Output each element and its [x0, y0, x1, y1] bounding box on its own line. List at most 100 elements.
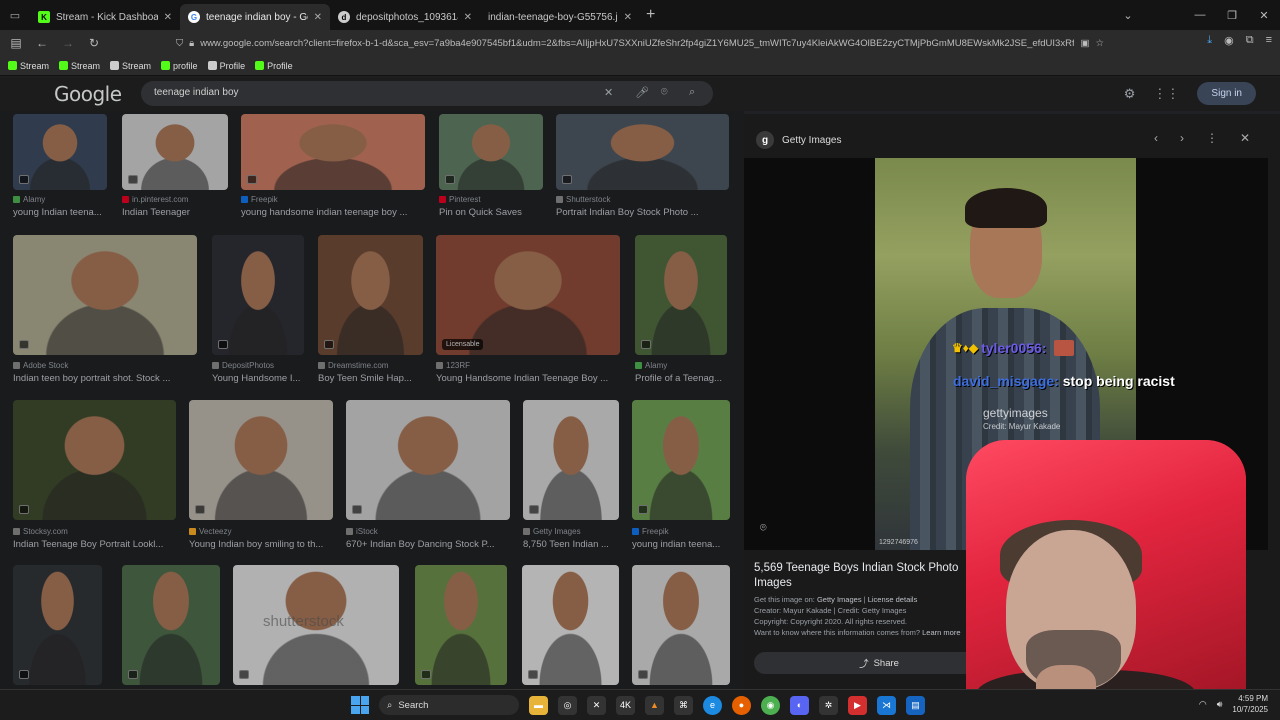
result-source[interactable]: Dreamstime.com: [318, 361, 423, 370]
minimize-icon[interactable]: —: [1184, 9, 1216, 21]
bookmark-item[interactable]: Stream: [59, 61, 100, 71]
get-on-link[interactable]: Getty Images: [817, 595, 862, 604]
result-title[interactable]: Indian Teenager: [122, 207, 238, 218]
settings-app-icon[interactable]: ✲: [819, 695, 838, 715]
image-result[interactable]: [523, 400, 619, 520]
apps-grid-icon[interactable]: ⋮⋮: [1153, 86, 1179, 102]
settings-gear-icon[interactable]: ⚙: [1124, 86, 1136, 102]
result-source[interactable]: Shutterstock: [556, 195, 729, 204]
reload-icon[interactable]: ↻: [86, 36, 102, 50]
preview-title[interactable]: 5,569 Teenage Boys Indian Stock Photo Im…: [754, 561, 974, 591]
result-title[interactable]: Indian teen boy portrait shot. Stock ...: [13, 373, 207, 384]
result-source[interactable]: in.pinterest.com: [122, 195, 228, 204]
result-title[interactable]: 8,750 Teen Indian ...: [523, 539, 629, 550]
image-result[interactable]: [212, 235, 304, 355]
back-icon[interactable]: ←: [34, 36, 50, 50]
search-box[interactable]: teenage indian boy ✕ 🎤︎ ⌾ ⌕: [141, 81, 713, 106]
close-icon[interactable]: ✕: [624, 12, 632, 23]
close-icon[interactable]: ✕: [164, 12, 172, 23]
previous-icon[interactable]: ‹: [1154, 131, 1158, 145]
close-panel-icon[interactable]: ✕: [1240, 131, 1250, 145]
shield-icon[interactable]: ⛉: [176, 38, 183, 49]
image-result[interactable]: [632, 400, 730, 520]
close-icon[interactable]: ✕: [314, 12, 322, 23]
image-result[interactable]: [318, 235, 423, 355]
result-source[interactable]: Freepik: [632, 527, 730, 536]
url-text[interactable]: www.google.com/search?client=firefox-b-1…: [200, 38, 1074, 49]
image-result[interactable]: [122, 565, 220, 685]
result-title[interactable]: Young Handsome I...: [212, 373, 314, 384]
media-player-icon[interactable]: ▶: [848, 695, 867, 715]
result-source[interactable]: Getty Images: [523, 527, 619, 536]
result-title[interactable]: young Indian teena...: [13, 207, 117, 218]
bookmark-item[interactable]: Stream: [110, 61, 151, 71]
lens-icon[interactable]: ⌾: [760, 522, 767, 535]
tab-list-icon[interactable]: ▭: [0, 9, 30, 22]
result-title[interactable]: 670+ Indian Boy Dancing Stock P...: [346, 539, 520, 550]
bookmark-item[interactable]: Stream: [8, 61, 49, 71]
sidebar-icon[interactable]: ▤: [8, 36, 24, 50]
downloads-icon[interactable]: ⤓: [1207, 34, 1212, 47]
image-result[interactable]: [13, 235, 197, 355]
bookmark-item[interactable]: Profile: [207, 61, 245, 71]
result-source[interactable]: Alamy: [13, 195, 107, 204]
result-source[interactable]: Stocksy.com: [13, 527, 176, 536]
account-icon[interactable]: ◉: [1224, 34, 1234, 47]
search-icon[interactable]: ⌕: [689, 86, 695, 99]
chrome-icon[interactable]: ◉: [761, 695, 780, 715]
lens-search-icon[interactable]: ⌾: [661, 86, 668, 99]
word-icon[interactable]: ▤: [906, 695, 925, 715]
address-bar[interactable]: ⛉ 🔒︎ www.google.com/search?client=firefo…: [176, 33, 1104, 53]
close-icon[interactable]: ✕: [464, 12, 472, 23]
4k-downloader-icon[interactable]: 4K: [616, 695, 635, 715]
result-source[interactable]: DepositPhotos: [212, 361, 304, 370]
learn-more-link[interactable]: Learn more: [922, 628, 960, 637]
tab-google-search[interactable]: G teenage indian boy - Google Se ✕: [180, 4, 330, 30]
lock-icon[interactable]: 🔒︎: [189, 38, 194, 49]
wifi-icon[interactable]: ◠: [1199, 699, 1207, 710]
taskbar-search[interactable]: ⌕ Search: [379, 695, 519, 715]
file-explorer-icon[interactable]: ▬: [529, 695, 548, 715]
result-title[interactable]: Pin on Quick Saves: [439, 207, 553, 218]
vscode-icon[interactable]: ⋊: [877, 695, 896, 715]
result-title[interactable]: Young Handsome Indian Teenage Boy ...: [436, 373, 630, 384]
windows-start-icon[interactable]: [351, 696, 369, 714]
bookmark-item[interactable]: profile: [161, 61, 198, 71]
more-options-icon[interactable]: ⋮: [1206, 131, 1218, 145]
result-title[interactable]: young handsome indian teenage boy ...: [241, 207, 435, 218]
google-logo[interactable]: Google: [54, 82, 122, 106]
vlc-icon[interactable]: ▲: [645, 695, 664, 715]
stream-deck-icon[interactable]: ⌘: [674, 695, 693, 715]
voice-search-icon[interactable]: 🎤︎: [635, 86, 649, 99]
image-result[interactable]: [556, 114, 729, 190]
discord-icon[interactable]: ◐: [790, 695, 809, 715]
result-source[interactable]: Adobe Stock: [13, 361, 197, 370]
clock[interactable]: 4:59 PM 10/7/2025: [1232, 693, 1268, 715]
reader-view-icon[interactable]: ▣: [1080, 38, 1089, 49]
image-result[interactable]: [13, 114, 107, 190]
result-source[interactable]: Pinterest: [439, 195, 543, 204]
result-title[interactable]: young indian teena...: [632, 539, 740, 550]
edge-icon[interactable]: e: [703, 695, 722, 715]
tab-image-file[interactable]: indian-teenage-boy-G55756.jpg (JP ✕: [480, 4, 640, 30]
image-result[interactable]: [635, 235, 727, 355]
result-source[interactable]: Freepik: [241, 195, 425, 204]
search-query[interactable]: teenage indian boy: [154, 87, 239, 98]
image-result[interactable]: shutterstock: [233, 565, 399, 685]
extensions-icon[interactable]: ⧉: [1246, 34, 1254, 47]
tab-search-icon[interactable]: ⌄: [1112, 9, 1144, 22]
bookmark-star-icon[interactable]: ☆: [1095, 38, 1104, 49]
image-result[interactable]: [346, 400, 510, 520]
result-title[interactable]: Young Indian boy smiling to th...: [189, 539, 343, 550]
result-source[interactable]: 123RF: [436, 361, 620, 370]
image-result[interactable]: Licensable: [436, 235, 620, 355]
tab-depositphotos[interactable]: d depositphotos_109361490-stoc ✕: [330, 4, 480, 30]
result-title[interactable]: Portrait Indian Boy Stock Photo ...: [556, 207, 739, 218]
restore-icon[interactable]: ❐: [1216, 9, 1248, 22]
result-title[interactable]: Indian Teenage Boy Portrait Lookl...: [13, 539, 186, 550]
image-result[interactable]: [189, 400, 333, 520]
license-link[interactable]: License details: [868, 595, 918, 604]
result-source[interactable]: Vecteezy: [189, 527, 333, 536]
image-result[interactable]: [13, 565, 102, 685]
volume-icon[interactable]: 🔊︎: [1217, 699, 1223, 710]
